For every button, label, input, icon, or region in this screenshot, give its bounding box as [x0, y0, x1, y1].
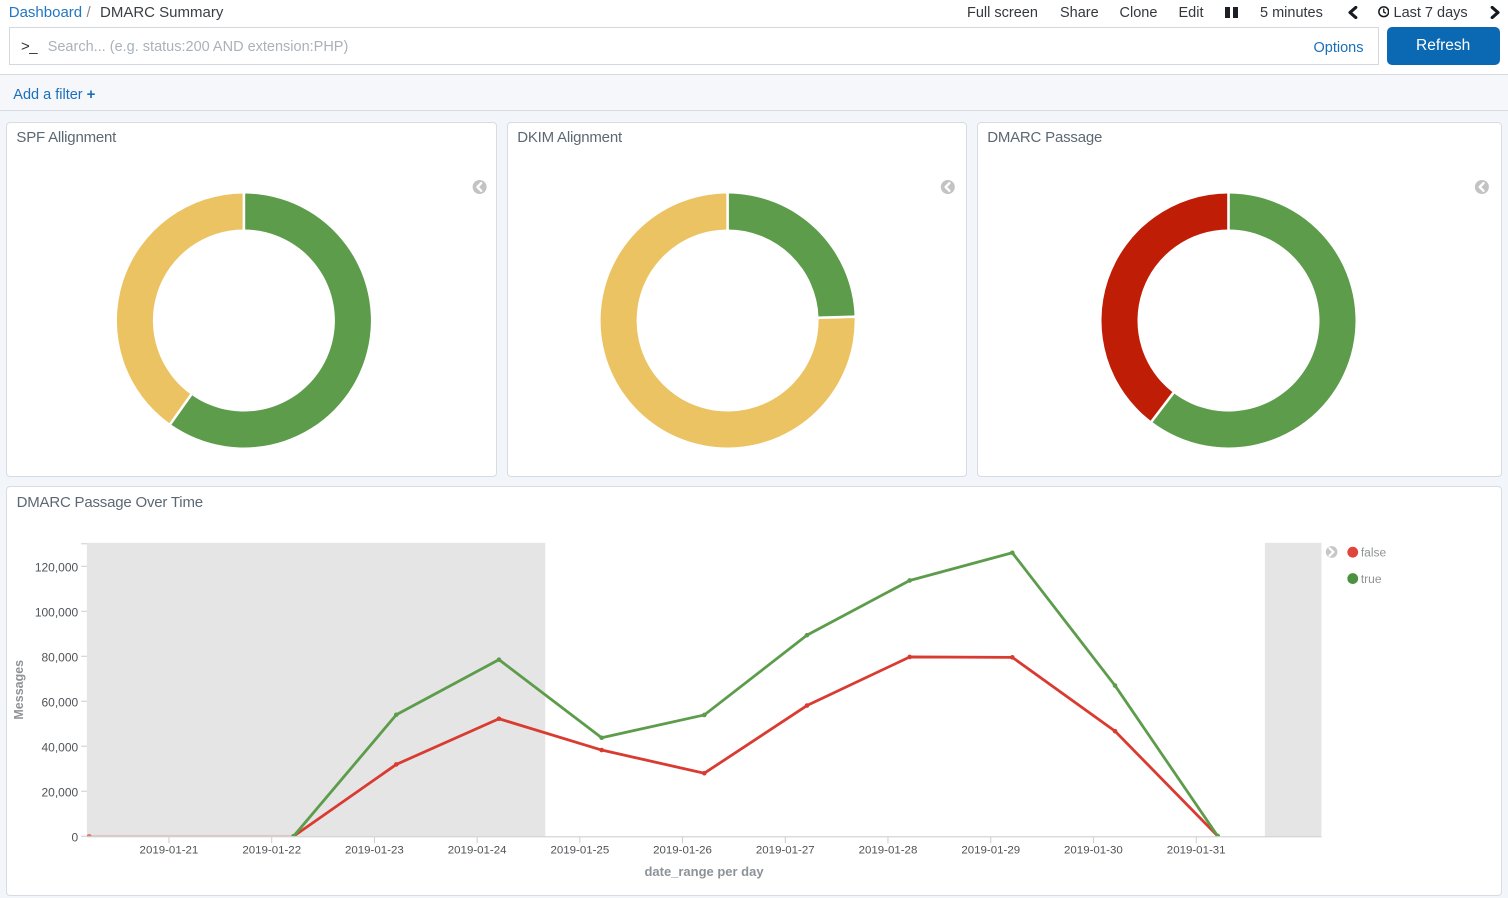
svg-text:2019-01-25: 2019-01-25 [550, 845, 609, 857]
svg-text:2019-01-24: 2019-01-24 [448, 845, 507, 857]
svg-text:2019-01-29: 2019-01-29 [961, 845, 1020, 857]
svg-text:2019-01-28: 2019-01-28 [859, 845, 918, 857]
svg-text:60,000: 60,000 [42, 696, 79, 710]
svg-text:80,000: 80,000 [42, 651, 79, 665]
svg-text:2019-01-21: 2019-01-21 [140, 845, 199, 857]
svg-text:40,000: 40,000 [42, 741, 79, 755]
svg-text:Messages: Messages [12, 660, 26, 720]
svg-text:2019-01-26: 2019-01-26 [653, 845, 712, 857]
svg-text:true: true [1361, 572, 1382, 586]
svg-text:100,000: 100,000 [35, 606, 79, 620]
svg-text:0: 0 [71, 831, 78, 845]
svg-text:2019-01-27: 2019-01-27 [756, 845, 815, 857]
svg-text:20,000: 20,000 [42, 786, 79, 800]
svg-text:2019-01-23: 2019-01-23 [345, 845, 404, 857]
svg-text:false: false [1361, 546, 1387, 560]
svg-text:2019-01-22: 2019-01-22 [242, 845, 301, 857]
svg-text:2019-01-30: 2019-01-30 [1064, 845, 1123, 857]
svg-text:2019-01-31: 2019-01-31 [1167, 845, 1226, 857]
svg-text:date_range per day: date_range per day [644, 864, 764, 879]
svg-text:120,000: 120,000 [35, 561, 79, 575]
